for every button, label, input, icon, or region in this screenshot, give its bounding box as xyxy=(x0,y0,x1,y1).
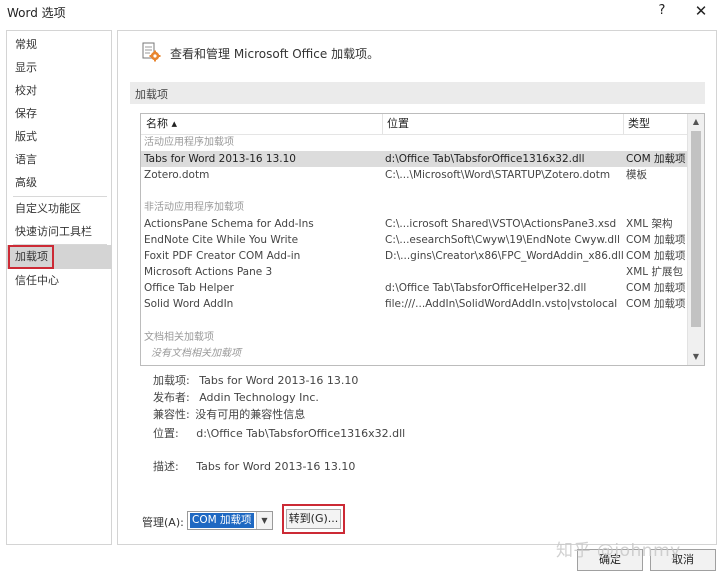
column-divider[interactable] xyxy=(382,114,383,134)
sidebar-item-proofing[interactable]: 校对 xyxy=(7,80,111,102)
goto-button-highlight: 转到(G)... xyxy=(282,504,345,534)
table-row[interactable]: ActionsPane Schema for Add-Ins C:\...icr… xyxy=(141,216,687,232)
column-header-name[interactable]: 名称 ▴ xyxy=(146,114,177,134)
chevron-down-icon[interactable]: ▼ xyxy=(256,512,272,529)
cell-type: COM 加载项 xyxy=(626,234,686,246)
sidebar-item-trust-center[interactable]: 信任中心 xyxy=(7,270,111,292)
detail-addin: 加载项: Tabs for Word 2013-16 13.10 xyxy=(153,372,358,388)
scroll-up-icon[interactable]: ▲ xyxy=(688,114,704,130)
cell-location: D:\...gins\Creator\x86\FPC_WordAddin_x86… xyxy=(385,250,623,262)
table-row[interactable]: Zotero.dotm C:\...\Microsoft\Word\STARTU… xyxy=(141,167,687,183)
detail-addin-value: Tabs for Word 2013-16 13.10 xyxy=(199,374,359,387)
cell-name: Tabs for Word 2013-16 13.10 xyxy=(144,153,296,165)
group-header-active: 活动应用程序加载项 xyxy=(144,137,234,148)
detail-location: 位置: d:\Office Tab\TabsforOffice1316x32.d… xyxy=(153,425,405,441)
empty-group-text: 没有文档相关加载项 xyxy=(151,348,241,359)
help-button[interactable]: ? xyxy=(652,1,672,21)
detail-desc-value: Tabs for Word 2013-16 13.10 xyxy=(196,460,356,473)
scroll-down-icon[interactable]: ▼ xyxy=(688,349,704,365)
column-divider[interactable] xyxy=(623,114,624,134)
addins-gear-icon xyxy=(142,42,161,62)
cell-name: Solid Word AddIn xyxy=(144,298,234,310)
cell-location: C:\...\Microsoft\Word\STARTUP\Zotero.dot… xyxy=(385,169,611,181)
goto-button[interactable]: 转到(G)... xyxy=(286,509,341,529)
cell-type: COM 加载项 xyxy=(626,298,686,310)
highlight-box xyxy=(8,245,54,269)
cell-location: d:\Office Tab\TabsforOffice1316x32.dll xyxy=(385,153,585,165)
cell-type: COM 加载项 xyxy=(626,153,686,165)
cell-location: file:///...AddIn\SolidWordAddIn.vsto|vst… xyxy=(385,298,618,310)
column-header-type[interactable]: 类型 xyxy=(628,114,650,134)
cell-name: Foxit PDF Creator COM Add-in xyxy=(144,250,301,262)
sidebar-divider xyxy=(13,196,107,197)
table-row[interactable]: Solid Word AddIn file:///...AddIn\SolidW… xyxy=(141,296,687,312)
cell-type: XML 架构 xyxy=(626,218,673,230)
manage-selected-value: COM 加载项 xyxy=(190,513,254,528)
manage-label: 管理(A): xyxy=(142,516,184,529)
sidebar-item-advanced[interactable]: 高级 xyxy=(7,172,111,194)
detail-publisher: 发布者: Addin Technology Inc. xyxy=(153,389,319,405)
cell-type: COM 加载项 xyxy=(626,250,686,262)
detail-publisher-label: 发布者: xyxy=(153,391,190,404)
cell-type: COM 加载项 xyxy=(626,282,686,294)
cell-type: XML 扩展包 xyxy=(626,266,683,278)
sidebar-item-customize-ribbon[interactable]: 自定义功能区 xyxy=(7,198,111,220)
cell-location: C:\...icrosoft Shared\VSTO\ActionsPane3.… xyxy=(385,218,617,230)
detail-compat-value: 没有可用的兼容性信息 xyxy=(195,408,306,421)
cell-name: Zotero.dotm xyxy=(144,169,210,181)
column-header-location[interactable]: 位置 xyxy=(387,114,409,134)
section-title: 加载项 xyxy=(135,88,168,101)
cell-type: 模板 xyxy=(626,169,647,181)
table-row[interactable]: Foxit PDF Creator COM Add-in D:\...gins\… xyxy=(141,248,687,264)
addins-panel: 查看和管理 Microsoft Office 加载项。 加载项 名称 ▴ 位置 … xyxy=(117,30,717,545)
cell-name: EndNote Cite While You Write xyxy=(144,234,299,246)
group-header-inactive: 非活动应用程序加载项 xyxy=(144,202,244,213)
cell-name: ActionsPane Schema for Add-Ins xyxy=(144,218,314,230)
table-row[interactable]: Microsoft Actions Pane 3 XML 扩展包 xyxy=(141,264,687,280)
sidebar-item-typography[interactable]: 版式 xyxy=(7,126,111,148)
detail-addin-label: 加载项: xyxy=(153,374,190,387)
window-title: Word 选项 xyxy=(7,6,66,20)
title-bar: Word 选项 ? ✕ xyxy=(0,0,720,22)
sidebar-item-quick-access-toolbar[interactable]: 快速访问工具栏 xyxy=(7,221,111,243)
group-header-document: 文档相关加载项 xyxy=(144,332,214,343)
sidebar-item-general[interactable]: 常规 xyxy=(7,34,111,56)
page-title: 查看和管理 Microsoft Office 加载项。 xyxy=(170,47,380,61)
cell-location: d:\Office Tab\TabsforOfficeHelper32.dll xyxy=(385,282,587,294)
watermark-text: 知乎 @johnmy xyxy=(556,541,681,561)
detail-description: 描述: Tabs for Word 2013-16 13.10 xyxy=(153,458,355,474)
table-row[interactable]: Office Tab Helper d:\Office Tab\TabsforO… xyxy=(141,280,687,296)
sidebar-item-language[interactable]: 语言 xyxy=(7,149,111,171)
scroll-thumb[interactable] xyxy=(691,131,701,327)
detail-compat-label: 兼容性: xyxy=(153,408,190,421)
addins-table[interactable]: 名称 ▴ 位置 类型 活动应用程序加载项 Tabs for Word 2013-… xyxy=(140,113,705,366)
detail-compatibility: 兼容性: 没有可用的兼容性信息 xyxy=(153,406,305,422)
vertical-scrollbar[interactable]: ▲ ▼ xyxy=(687,114,704,365)
cell-location: C:\...esearchSoft\Cwyw\19\EndNote Cwyw.d… xyxy=(385,234,620,246)
table-row[interactable]: Tabs for Word 2013-16 13.10 d:\Office Ta… xyxy=(141,151,687,167)
options-sidebar: 常规 显示 校对 保存 版式 语言 高级 自定义功能区 快速访问工具栏 加载项 … xyxy=(6,30,112,545)
detail-location-value: d:\Office Tab\TabsforOffice1316x32.dll xyxy=(196,427,406,440)
cell-name: Office Tab Helper xyxy=(144,282,234,294)
sidebar-item-addins[interactable]: 加载项 xyxy=(7,245,111,269)
close-button[interactable]: ✕ xyxy=(690,1,712,21)
detail-location-label: 位置: xyxy=(153,427,179,440)
manage-dropdown[interactable]: COM 加载项 ▼ xyxy=(187,511,273,530)
cell-name: Microsoft Actions Pane 3 xyxy=(144,266,273,278)
sidebar-item-display[interactable]: 显示 xyxy=(7,57,111,79)
table-row[interactable]: EndNote Cite While You Write C:\...esear… xyxy=(141,232,687,248)
section-header: 加载项 xyxy=(130,82,705,104)
detail-desc-label: 描述: xyxy=(153,460,179,473)
sidebar-item-save[interactable]: 保存 xyxy=(7,103,111,125)
detail-publisher-value: Addin Technology Inc. xyxy=(199,391,319,404)
